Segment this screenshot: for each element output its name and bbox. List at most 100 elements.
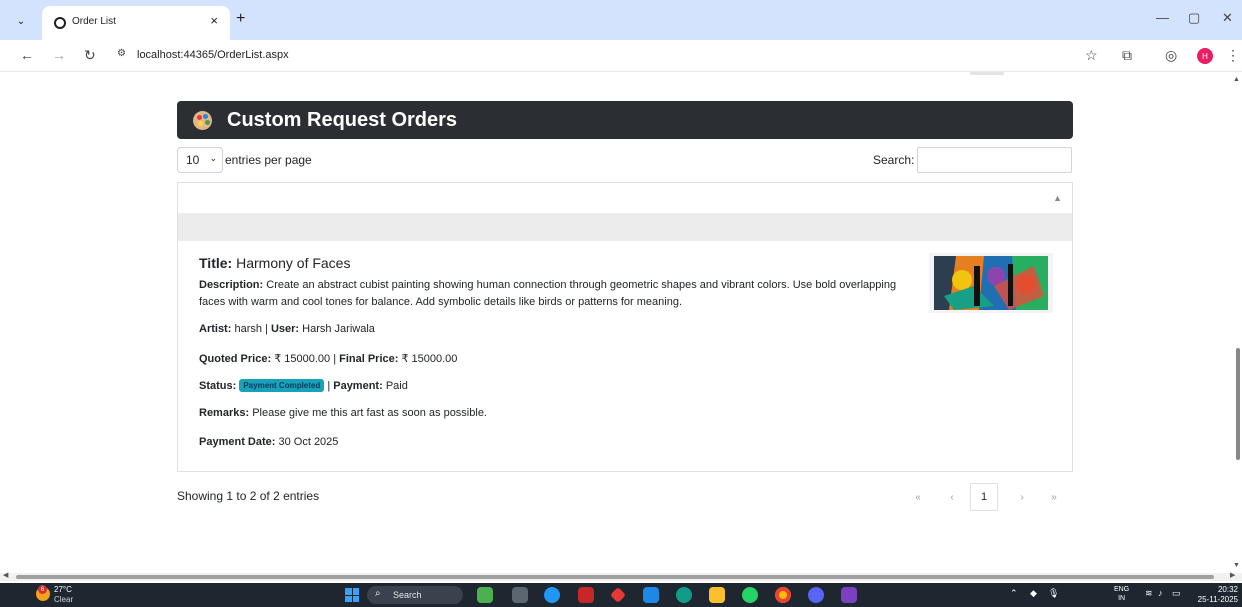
description-value: Create an abstract cubist painting showi… [199, 279, 897, 308]
clock-time: 20:32 [1217, 585, 1238, 594]
bookmark-star-icon[interactable]: ☆ [1085, 47, 1098, 64]
artist-label: Artist: [199, 323, 232, 335]
address-bar[interactable]: localhost:44365/OrderList.aspx [137, 49, 289, 61]
palette-icon [193, 111, 212, 130]
clock[interactable]: 20:32 25-11-2025 [1190, 585, 1238, 605]
close-window-button[interactable]: ✕ [1222, 10, 1233, 26]
weather-temp[interactable]: 27°C [54, 585, 72, 594]
whatsapp-app-icon[interactable] [742, 587, 758, 603]
status-label: Status: [199, 380, 237, 392]
globe-icon [54, 17, 66, 29]
order-title: Title: Harmony of Faces [199, 255, 350, 271]
status-badge: Payment Completed [239, 379, 325, 392]
new-tab-button[interactable]: + [236, 10, 245, 28]
search-input[interactable] [917, 147, 1072, 173]
edge-app-icon[interactable] [676, 587, 692, 603]
battery-icon[interactable]: ▭ [1172, 588, 1181, 599]
reload-icon[interactable]: ↻ [84, 47, 96, 64]
vertical-scrollbar-thumb[interactable] [1236, 348, 1240, 460]
language-code: ENG [1114, 586, 1130, 593]
search-icon: ⌕ [375, 588, 381, 599]
separator: | [327, 380, 331, 392]
copilot-icon[interactable]: ◎ [1165, 47, 1177, 64]
artist-user-line: Artist: harsh | User: Harsh Jariwala [199, 323, 375, 335]
quoted-price-value: ₹ 15000.00 [274, 353, 331, 365]
scroll-up-icon[interactable]: ▲ [1233, 76, 1240, 83]
taskbar-search-placeholder: Search [393, 590, 422, 600]
search-label: Search: [873, 153, 915, 167]
back-arrow-icon[interactable]: ← [20, 47, 34, 63]
scroll-left-icon[interactable]: ◀ [3, 571, 8, 579]
wifi-icon[interactable]: ≋ [1145, 588, 1153, 599]
weather-badge: 6 [38, 585, 47, 594]
pagination-prev[interactable]: ‹ [938, 483, 966, 511]
pagination-page-1[interactable]: 1 [970, 483, 998, 511]
table-header[interactable]: ▲ [177, 182, 1073, 214]
clock-date: 25-11-2025 [1197, 595, 1238, 604]
discord-app-icon[interactable] [808, 587, 824, 603]
status-line: Status: Payment Completed | Payment: Pai… [199, 379, 408, 392]
pagination-first[interactable]: « [904, 483, 932, 511]
start-button[interactable] [345, 588, 359, 602]
browser-toolbar: ← → ↻ ⚙ localhost:44365/OrderList.aspx ☆… [0, 40, 1242, 72]
title-value: Harmony of Faces [236, 255, 351, 271]
app-tray-icon[interactable]: ◆ [1030, 588, 1037, 599]
tab-close-button[interactable]: × [210, 13, 218, 28]
price-line: Quoted Price: ₹ 15000.00 | Final Price: … [199, 352, 457, 365]
scroll-down-icon[interactable]: ▼ [1233, 562, 1240, 569]
sort-ascending-icon[interactable]: ▲ [1053, 193, 1062, 203]
artwork-image [934, 256, 1048, 310]
divider [970, 72, 1004, 75]
tab-search-chevron-icon[interactable]: ⌄ [12, 12, 30, 30]
table-body: Title: Harmony of Faces Description: Cre… [177, 213, 1073, 472]
chevron-down-icon: ⌄ [209, 153, 217, 163]
artist-value: harsh [234, 323, 262, 335]
payment-date-label: Payment Date: [199, 436, 276, 448]
remarks-value: Please give me this art fast as soon as … [252, 407, 487, 419]
separator: | [265, 323, 268, 335]
visual-studio-app-icon[interactable] [841, 587, 857, 603]
microphone-icon[interactable]: 🎙 [1048, 588, 1059, 599]
card-header: Custom Request Orders [177, 101, 1073, 139]
profile-avatar[interactable]: H [1197, 48, 1213, 64]
horizontal-scrollbar[interactable]: ◀ ▶ [0, 571, 1242, 581]
widgets-app-icon[interactable] [477, 587, 493, 603]
browser-tab-bar: ⌄ Order List × + — ▢ ✕ [0, 0, 1242, 40]
tab-title: Order List [72, 16, 116, 27]
taskbar: 6 27°C Clear ⌕ Search ⌃ ◆ 🎙 ENG IN ≋ ♪ ▭… [0, 583, 1242, 607]
minimize-button[interactable]: — [1156, 10, 1169, 25]
forward-arrow-icon[interactable]: → [52, 47, 66, 63]
showing-entries-text: Showing 1 to 2 of 2 entries [177, 489, 320, 503]
pagination-last[interactable]: » [1040, 483, 1068, 511]
volume-icon[interactable]: ♪ [1158, 588, 1163, 598]
language-indicator[interactable]: ENG IN [1114, 585, 1129, 603]
payment-date-line: Payment Date: 30 Oct 2025 [199, 436, 338, 448]
browser-tab[interactable]: Order List × [42, 6, 230, 40]
chevron-up-icon[interactable]: ⌃ [1010, 588, 1018, 599]
chrome-app-icon[interactable] [775, 587, 791, 603]
remarks-label: Remarks: [199, 407, 250, 419]
store-app-icon[interactable] [643, 587, 659, 603]
entries-per-page-select[interactable]: 10 ⌄ [177, 147, 223, 173]
site-info-icon[interactable]: ⚙ [117, 48, 126, 59]
copilot-app-icon[interactable] [544, 587, 560, 603]
scroll-right-icon[interactable]: ▶ [1230, 571, 1235, 579]
payment-value: Paid [385, 380, 408, 392]
extensions-icon[interactable]: ⧉ [1122, 47, 1132, 64]
entries-value: 10 [186, 153, 200, 167]
taskbar-search[interactable]: ⌕ Search [367, 586, 463, 604]
title-label: Title: [199, 255, 233, 271]
remarks-line: Remarks: Please give me this art fast as… [199, 407, 487, 419]
table-row-separator [178, 213, 1072, 241]
file-explorer-icon[interactable] [709, 587, 725, 603]
task-view-icon[interactable] [512, 587, 528, 603]
pagination-next[interactable]: › [1008, 483, 1036, 511]
more-menu-icon[interactable]: ⋮ [1226, 47, 1240, 64]
git-app-icon[interactable] [610, 587, 626, 603]
horizontal-scrollbar-thumb[interactable] [16, 575, 1214, 579]
weather-desc[interactable]: Clear [54, 595, 73, 604]
artwork-thumbnail[interactable] [929, 253, 1053, 313]
order-description: Description: Create an abstract cubist p… [199, 277, 909, 311]
maximize-button[interactable]: ▢ [1188, 10, 1200, 26]
mcafee-app-icon[interactable] [578, 587, 594, 603]
